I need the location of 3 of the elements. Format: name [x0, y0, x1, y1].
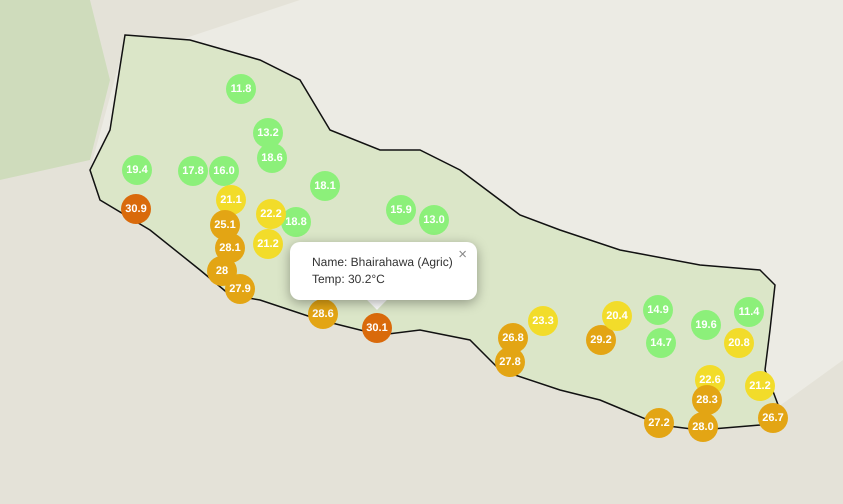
close-button[interactable]: × — [456, 246, 469, 263]
station-temperature: Temp: 30.2°C — [312, 272, 385, 286]
station-name: Name: Bhairahawa (Agric) — [312, 255, 453, 269]
